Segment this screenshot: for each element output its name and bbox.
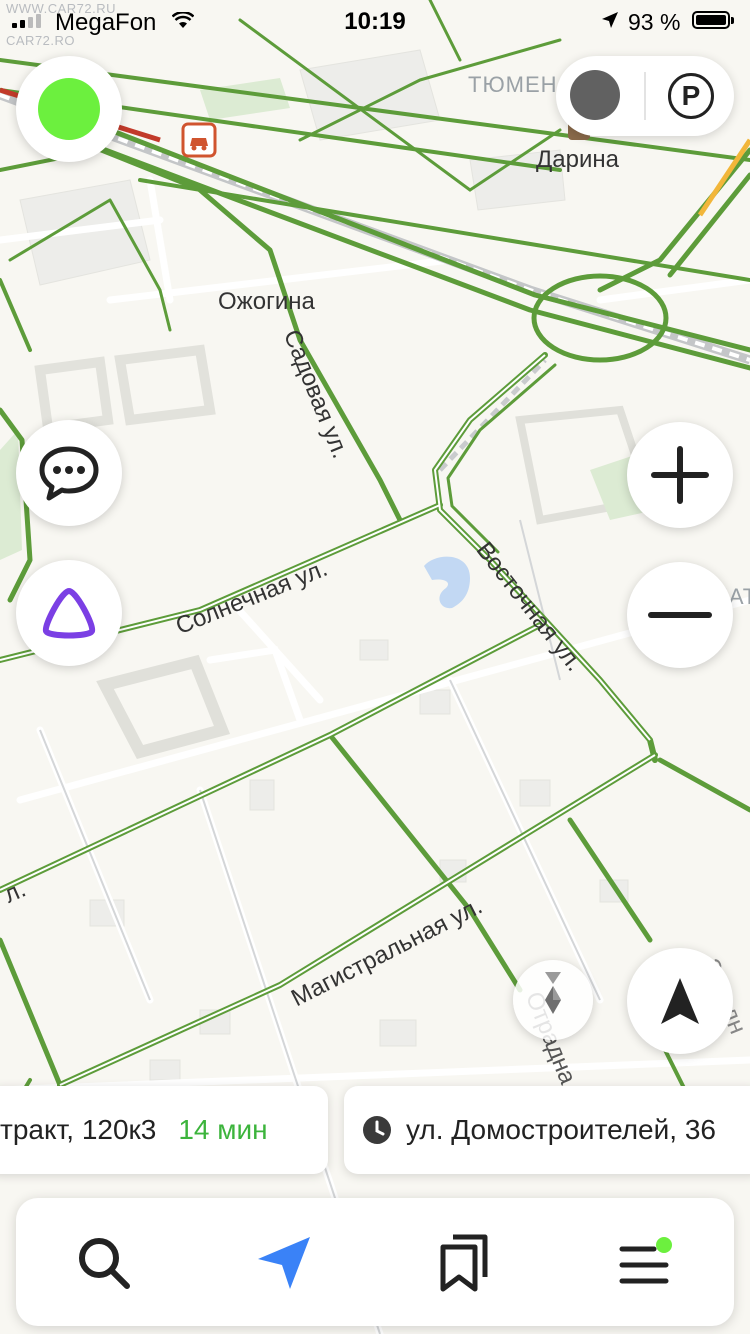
profile-status-dot	[38, 78, 100, 140]
poi-label-ozhogina[interactable]: Ожогина	[218, 288, 315, 316]
pill-divider	[644, 72, 646, 120]
menu-icon	[619, 1237, 672, 1284]
chat-bubble-icon	[39, 446, 99, 501]
poi-label-darina[interactable]: Дарина	[536, 146, 619, 174]
route-card-destination: тракт, 120к3	[0, 1114, 157, 1145]
profile-button[interactable]	[16, 56, 122, 162]
history-clock-icon	[363, 1116, 391, 1144]
route-card-eta: 14 мин	[178, 1114, 268, 1145]
alice-voice-icon	[42, 588, 96, 639]
route-card-home[interactable]: тракт, 120к3 14 мин	[0, 1086, 328, 1174]
zoom-in-button[interactable]	[627, 422, 733, 528]
plus-icon	[651, 446, 709, 504]
menu-button[interactable]	[609, 1228, 679, 1298]
route-card-destination: ул. Домостроителей, 36	[406, 1114, 716, 1145]
minus-icon	[648, 612, 712, 618]
traffic-incident-icon[interactable]	[181, 122, 217, 158]
battery-percentage: 93 %	[628, 9, 681, 35]
bookmarks-icon	[440, 1234, 488, 1292]
navigation-arrow-icon	[258, 1237, 310, 1289]
notification-dot	[656, 1237, 672, 1253]
battery-icon	[692, 11, 734, 29]
parking-icon[interactable]: P	[668, 73, 714, 119]
bottom-navigation	[16, 1198, 734, 1326]
route-card-recent[interactable]: ул. Домостроителей, 36	[344, 1086, 750, 1174]
navigator-button[interactable]	[249, 1228, 319, 1298]
compass-button[interactable]	[513, 960, 593, 1040]
search-icon	[79, 1238, 130, 1289]
chat-button[interactable]	[16, 420, 122, 526]
map-layers-icon[interactable]	[570, 70, 620, 120]
my-location-button[interactable]	[627, 948, 733, 1054]
status-bar: WWW.CAR72.RU CAR72.RO MegaFon 10:19 93 %	[0, 0, 750, 48]
compass-icon	[545, 972, 561, 1014]
location-arrow-icon	[661, 978, 699, 1024]
layers-pill: P	[556, 56, 734, 136]
search-button[interactable]	[69, 1228, 139, 1298]
zoom-out-button[interactable]	[627, 562, 733, 668]
alice-button[interactable]	[16, 560, 122, 666]
location-services-icon	[602, 12, 618, 28]
bookmarks-button[interactable]	[429, 1228, 499, 1298]
